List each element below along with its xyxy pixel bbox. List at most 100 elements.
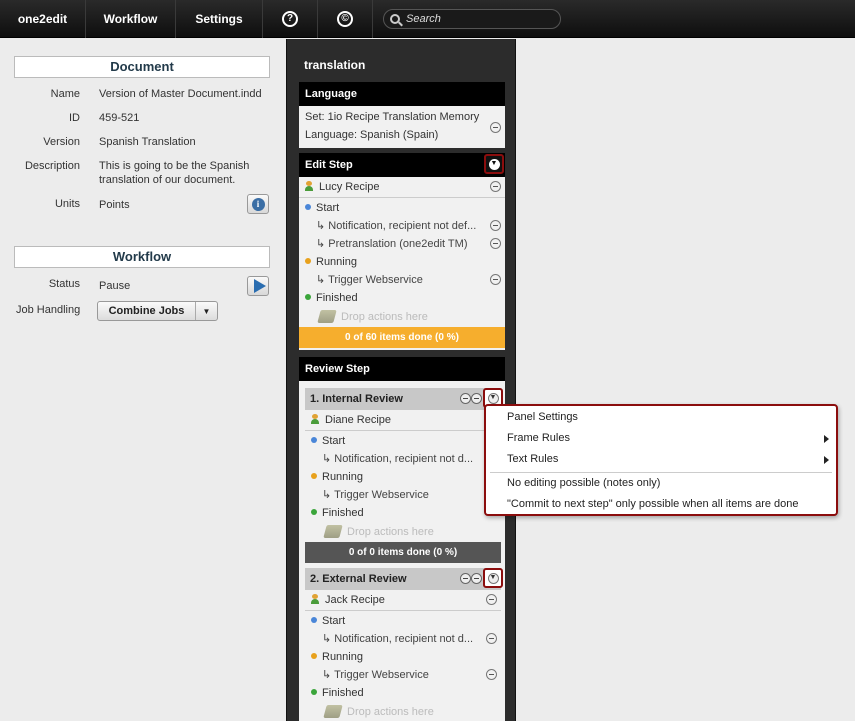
running-dot-icon [311,653,317,659]
arrow-icon: ↳ [322,453,335,465]
nav-settings[interactable]: Settings [176,0,263,38]
state-start: Start [305,612,501,630]
finished-dot-icon [311,689,317,695]
nav-app-name[interactable]: one2edit [0,0,86,38]
prop-version: Version Spanish Translation [14,135,270,151]
action-item: ↳ Pretranslation (one2edit TM) [299,235,505,253]
drop-zone[interactable]: Drop actions here [305,522,501,542]
remove-review-icon[interactable] [460,393,471,404]
action-item: ↳ Trigger Webservice [299,271,505,289]
arrow-icon: ↳ [322,489,335,501]
state-finished: Finished [305,684,501,702]
progress-bar: 0 of 0 items done (0 %) [305,542,501,563]
review-user: Jack Recipe [305,591,501,609]
state-label: Running [316,256,357,268]
external-review-title: 2. External Review [310,573,407,585]
play-icon [253,279,266,293]
prop-label: Status [48,278,80,290]
user-icon [305,181,313,191]
add-review-icon[interactable] [471,393,482,404]
add-review-icon[interactable] [471,573,482,584]
search-icon [390,13,400,24]
internal-review-header: 1. Internal Review ▼ [305,388,503,410]
state-label: Start [322,435,346,447]
review-user: Diane Recipe [305,411,501,429]
top-navigation-bar: one2edit Workflow Settings ? © [0,0,855,38]
prop-label: ID [69,112,80,124]
job-handling-value: Combine Jobs [108,305,185,317]
chevron-right-icon [824,456,829,464]
menu-item-panel-settings[interactable]: Panel Settings [486,407,836,428]
action-label: Trigger Webservice [328,274,423,286]
panel-title: translation [304,58,366,72]
prop-value: This is going to be the Spanish translat… [99,160,250,186]
drop-zone[interactable]: Drop actions here [305,702,501,721]
user-name: Diane Recipe [325,414,392,426]
nav-workflow[interactable]: Workflow [86,0,176,38]
chevron-down-icon: ▼ [487,392,499,404]
arrow-icon: ↳ [316,274,329,286]
menu-item-frame-rules[interactable]: Frame Rules [486,428,836,449]
state-label: Running [322,471,363,483]
action-item: ↳ Notification, recipient not def... [299,217,505,235]
progress-bar: 0 of 60 items done (0 %) [299,327,505,348]
remove-language-icon[interactable] [490,122,501,133]
menu-item-text-rules[interactable]: Text Rules [486,449,836,470]
finished-dot-icon [311,509,317,515]
chevron-down-icon: ▼ [195,302,217,320]
edit-step-user: Lucy Recipe [299,178,505,196]
user-icon [311,594,319,604]
prop-value: 459-521 [99,112,140,124]
drop-icon [323,705,343,718]
drop-label: Drop actions here [347,706,434,718]
state-finished: Finished [305,504,501,522]
language-set: Set: 1io Recipe Translation Memory [305,111,480,123]
document-header: Document [14,56,270,78]
remove-user-icon[interactable] [486,594,497,605]
info-icon: i [251,197,265,211]
user-icon [311,414,319,424]
status-value: Pause [99,280,131,292]
remove-action-icon[interactable] [490,220,501,231]
prop-id: ID 459-521 [14,111,270,127]
finished-dot-icon [305,294,311,300]
chevron-down-icon: ▼ [487,572,499,584]
action-label: Trigger Webservice [334,489,429,501]
search-input[interactable] [406,12,546,25]
action-label: Trigger Webservice [334,669,429,681]
edit-step-title: Edit Step [305,159,353,171]
prop-label: Name [50,88,80,100]
remove-action-icon[interactable] [490,238,501,249]
info-button[interactable]: i [247,194,269,214]
state-running: Running [299,253,505,271]
remove-action-icon[interactable] [486,669,497,680]
drop-zone[interactable]: Drop actions here [299,307,505,327]
external-review-header: 2. External Review ▼ [305,568,503,590]
menu-option-no-editing[interactable]: No editing possible (notes only) [486,473,836,494]
play-button[interactable] [247,276,269,296]
prop-name: Name Version of Master Document.indd [14,87,270,103]
review-step-header: Review Step [299,357,505,381]
remove-action-icon[interactable] [486,633,497,644]
state-start: Start [299,199,505,217]
copyright-button[interactable]: © [318,0,373,38]
menu-option-commit-rule[interactable]: "Commit to next step" only possible when… [486,494,836,515]
prop-label: Description [24,160,80,172]
search-box[interactable] [383,8,561,29]
internal-review-title: 1. Internal Review [310,393,403,405]
context-menu: Panel Settings Frame Rules Text Rules No… [484,404,838,516]
language-header: Language [299,82,505,106]
menu-item-label: Frame Rules [507,432,570,444]
start-dot-icon [311,437,317,443]
prop-value: Version of Master Document.indd [99,88,262,100]
external-review-dropdown-button[interactable]: ▼ [483,568,503,588]
remove-user-icon[interactable] [490,181,501,192]
job-handling-select[interactable]: Combine Jobs ▼ [97,301,218,321]
remove-review-icon[interactable] [460,573,471,584]
language-block: Language Set: 1io Recipe Translation Mem… [299,82,505,148]
help-button[interactable]: ? [263,0,318,38]
remove-action-icon[interactable] [490,274,501,285]
state-label: Start [322,615,346,627]
edit-step-dropdown-button[interactable]: ▼ [484,154,504,174]
action-item: ↳ Notification, recipient not d... [305,630,501,648]
